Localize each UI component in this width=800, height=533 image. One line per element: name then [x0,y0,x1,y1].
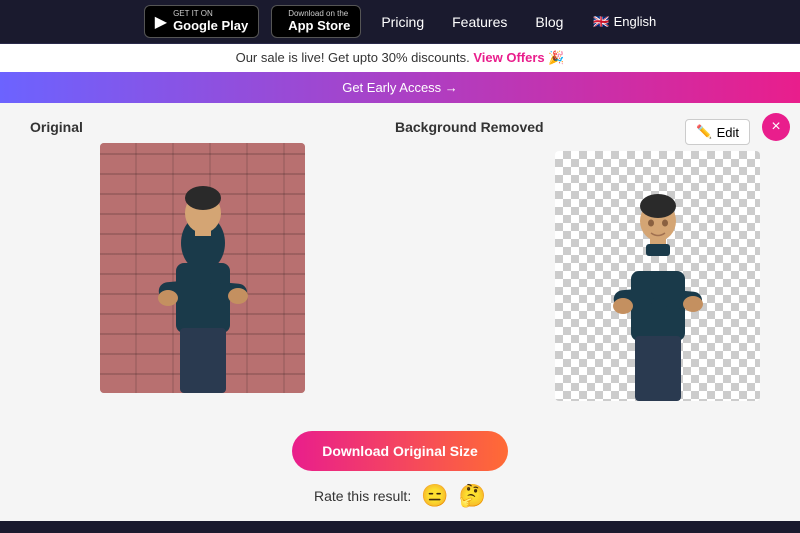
original-section: Original [30,119,395,393]
original-person-svg [138,173,268,393]
brick-background [100,143,305,393]
edit-button[interactable]: ✏️ Edit [685,119,750,145]
blog-link[interactable]: Blog [527,14,571,30]
sale-text: Our sale is live! Get upto 30% discounts… [236,50,470,65]
bottom-section: Download Original Size Rate this result:… [0,417,800,521]
edit-label: Edit [717,125,739,140]
original-image [100,143,305,393]
app-store-big-text: App Store [288,18,350,34]
removed-label: Background Removed [395,119,544,135]
download-button[interactable]: Download Original Size [292,431,508,471]
close-button[interactable]: × [762,113,790,141]
language-label: English [614,14,657,29]
rating-row: Rate this result: 😑 🤔 [314,483,486,509]
removed-image [555,151,760,401]
language-button[interactable]: 🇬🇧 English [593,14,656,30]
google-play-button[interactable]: ▶ GET IT ON Google Play [144,5,259,39]
app-store-small-text: Download on the [288,10,350,18]
features-link[interactable]: Features [444,14,515,30]
google-play-icon: ▶ [155,12,167,32]
google-play-big-text: Google Play [173,18,248,34]
sad-emoji[interactable]: 😑 [421,483,448,509]
pricing-link[interactable]: Pricing [373,14,432,30]
rating-label: Rate this result: [314,488,411,504]
main-content: × ✏️ Edit Original [0,103,800,417]
app-store-button[interactable]: Download on the App Store [271,5,361,39]
early-access-bar[interactable]: Get Early Access → [0,72,800,103]
early-access-label: Get Early Access → [342,80,458,95]
header: ▶ GET IT ON Google Play Download on the … [0,0,800,44]
flag-icon: 🇬🇧 [593,14,609,30]
sale-banner: Our sale is live! Get upto 30% discounts… [0,44,800,72]
google-play-small-text: GET IT ON [173,10,248,18]
neutral-emoji[interactable]: 🤔 [459,483,486,509]
view-offers-link[interactable]: View Offers 🎉 [473,50,564,65]
edit-icon: ✏️ [696,124,712,140]
comparison-container: Original [30,119,770,401]
original-label: Original [30,119,395,135]
removed-person-svg [593,181,723,401]
removed-section: Background Removed [395,119,770,401]
checker-background [555,151,760,401]
